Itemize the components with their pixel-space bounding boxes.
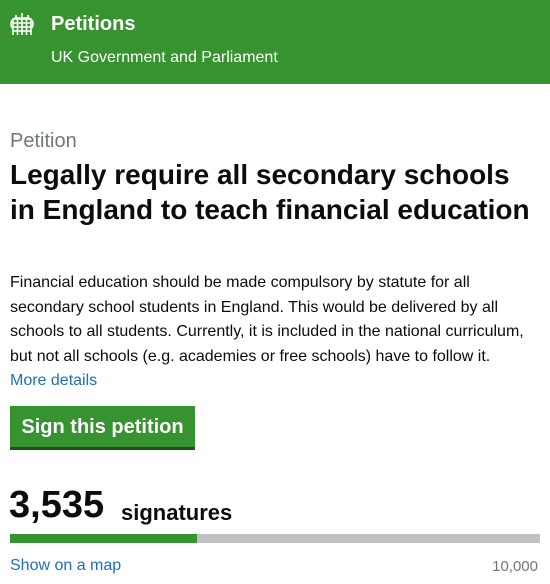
- site-subtitle: UK Government and Parliament: [51, 49, 278, 66]
- show-on-map-link[interactable]: Show on a map: [10, 556, 121, 576]
- portcullis-icon: [10, 13, 34, 35]
- site-title-link[interactable]: Petitions: [51, 11, 135, 37]
- page-eyebrow: Petition: [10, 130, 77, 152]
- signature-label: signatures: [121, 500, 233, 525]
- petition-description: Financial education should be made compu…: [10, 274, 524, 365]
- petition-title: Legally require all secondary schools in…: [10, 159, 530, 225]
- signature-count: 3,535: [9, 484, 105, 526]
- more-details-link[interactable]: More details: [10, 371, 97, 391]
- signature-progress-fill: [10, 534, 198, 543]
- site-header: Petitions UK Government and Parliament: [0, 0, 550, 84]
- sign-petition-button[interactable]: Sign this petition: [10, 406, 195, 450]
- signature-progress-bar: [10, 534, 540, 543]
- signature-target: 10,000: [492, 558, 538, 575]
